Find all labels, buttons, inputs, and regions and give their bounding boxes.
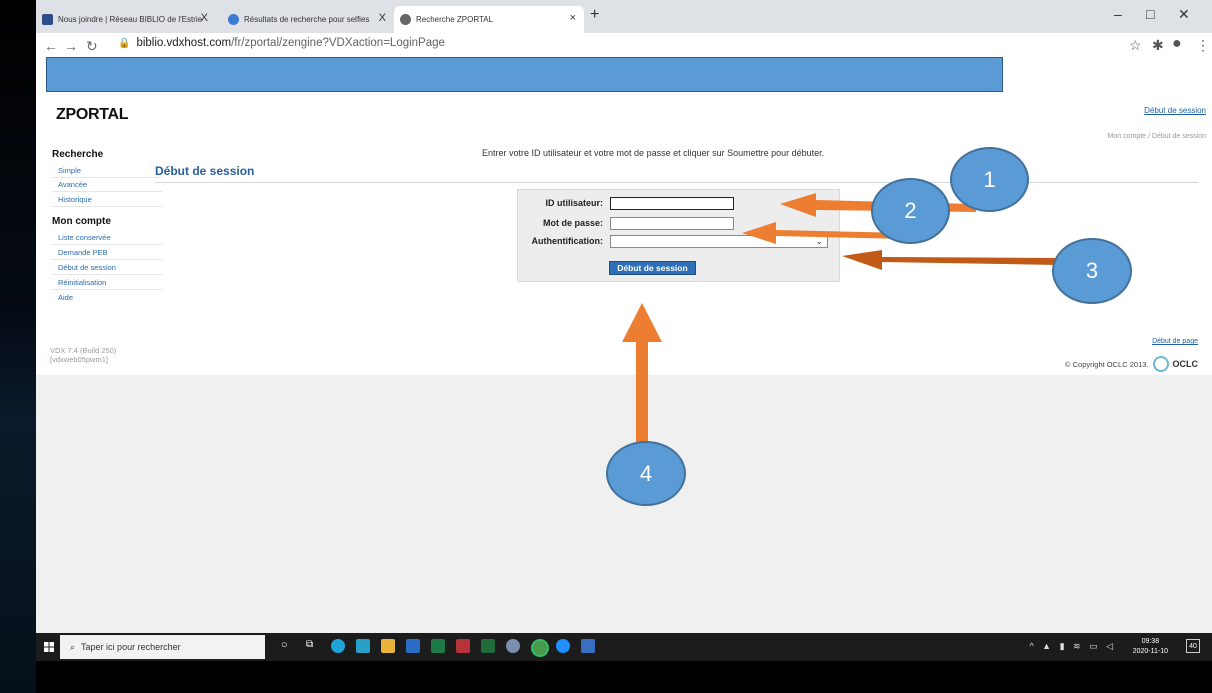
sidebar-item-aide[interactable]: Aide (58, 293, 73, 302)
access-icon[interactable] (456, 639, 470, 653)
maximize-icon[interactable]: □ (1146, 6, 1154, 22)
task-view-icon[interactable]: ⧉ (306, 639, 320, 653)
excel-icon[interactable] (431, 639, 445, 653)
sidebar-heading-mon-compte: Mon compte (52, 216, 111, 227)
close-window-icon[interactable]: ✕ (1178, 6, 1190, 23)
authentication-select[interactable]: ⌄ (610, 235, 828, 248)
close-tab-icon[interactable]: X (379, 12, 386, 24)
divider (52, 259, 162, 260)
back-icon[interactable]: ← (44, 38, 58, 54)
top-of-page-link[interactable]: Début de page (1152, 338, 1198, 345)
url-host: biblio.vdxhost.com (136, 37, 232, 49)
globe-icon (400, 14, 411, 25)
tab-title: Nous joindre | Réseau BIBLIO de l'Estrie (58, 15, 203, 24)
authentication-label: Authentification: (531, 236, 604, 246)
callout-badge-3: 3 (1052, 238, 1132, 304)
chevron-down-icon: ⌄ (815, 236, 823, 246)
file-explorer-icon[interactable] (381, 639, 395, 653)
site-favicon-icon (42, 14, 53, 25)
forward-icon[interactable]: → (64, 38, 78, 54)
redaction-bar (46, 57, 1003, 92)
menu-icon[interactable]: ⋮ (1196, 37, 1210, 54)
divider (52, 191, 162, 192)
close-tab-icon[interactable]: × (570, 12, 576, 24)
copyright: © Copyright OCLC 2013. OCLC (1065, 356, 1198, 372)
divider (155, 182, 1198, 183)
password-input[interactable] (610, 217, 734, 230)
profile-icon[interactable]: ● (1172, 35, 1182, 53)
taskbar-search-input[interactable]: ⌕ Taper ici pour rechercher (60, 635, 265, 659)
notifications-icon[interactable]: 40 (1186, 639, 1200, 653)
app-blue-icon[interactable] (556, 639, 570, 653)
extensions-icon[interactable]: ✱ (1152, 37, 1164, 54)
lock-icon: 🔒 (118, 38, 131, 49)
user-id-input[interactable] (610, 197, 734, 210)
project-icon[interactable] (481, 639, 495, 653)
callout-badge-4: 4 (606, 441, 686, 506)
clock-time: 09:38 (1141, 638, 1160, 645)
cortana-icon[interactable]: ○ (281, 639, 295, 653)
login-top-link[interactable]: Début de session (1144, 106, 1206, 115)
sidebar-item-avancee[interactable]: Avancée (58, 180, 87, 189)
windows-start-icon[interactable] (44, 642, 54, 652)
callout-badge-2: 2 (871, 178, 950, 244)
url-path: /fr/zportal/zengine?VDXaction=LoginPage (231, 37, 445, 49)
callout-badge-1: 1 (950, 147, 1029, 212)
chrome-icon[interactable] (531, 639, 549, 657)
version-line: VDX 7.4 (Build 250) (50, 346, 117, 355)
taskbar-clock[interactable]: 09:38 2020-11-10 (1133, 637, 1168, 657)
tab-nous-joindre[interactable]: Nous joindre | Réseau BIBLIO de l'Estrie… (36, 6, 216, 33)
user-id-label: ID utilisateur: (545, 198, 603, 208)
url-field[interactable]: 🔒 biblio.vdxhost.com/fr/zportal/zengine?V… (118, 37, 445, 49)
app-icon[interactable] (506, 639, 520, 653)
app-l-icon[interactable] (356, 639, 370, 653)
copyright-text: © Copyright OCLC 2013. (1065, 359, 1149, 369)
teams-icon[interactable] (581, 639, 595, 653)
screen: Nous joindre | Réseau BIBLIO de l'Estrie… (36, 0, 1212, 693)
bookmark-star-icon[interactable]: ☆ (1129, 37, 1142, 54)
minimize-icon[interactable]: – (1114, 6, 1122, 22)
outlook-icon[interactable] (406, 639, 420, 653)
version-info: VDX 7.4 (Build 250) [vdxweb05pwm1] (50, 346, 116, 364)
globe-icon (228, 14, 239, 25)
sidebar-item-debut-session[interactable]: Début de session (58, 263, 116, 272)
divider (52, 177, 162, 178)
tab-resultats[interactable]: Résultats de recherche pour selfies X (222, 6, 394, 33)
edge-icon[interactable] (331, 639, 345, 653)
tab-recherche-zportal[interactable]: Recherche ZPORTAL × (394, 6, 584, 33)
divider (52, 244, 162, 245)
sidebar-item-reinitialisation[interactable]: Réinitialisation (58, 278, 106, 287)
sidebar-heading-recherche: Recherche (52, 149, 104, 160)
sidebar-item-demande-peb[interactable]: Demande PEB (58, 248, 108, 257)
close-tab-icon[interactable]: X (201, 12, 208, 24)
sidebar-item-simple[interactable]: Simple (58, 166, 81, 175)
desktop-edge (0, 0, 36, 693)
browser-tab-strip: Nous joindre | Réseau BIBLIO de l'Estrie… (36, 0, 1212, 33)
login-button[interactable]: Début de session (609, 261, 696, 275)
new-tab-button[interactable]: + (590, 6, 599, 24)
divider (52, 289, 162, 290)
sidebar-item-liste-conservee[interactable]: Liste conservée (58, 233, 111, 242)
section-title: Début de session (155, 164, 255, 178)
page-background (36, 375, 1212, 633)
oclc-logo-icon (1152, 356, 1169, 372)
tab-title: Recherche ZPORTAL (416, 15, 494, 24)
reload-icon[interactable]: ↻ (86, 38, 98, 55)
tab-title: Résultats de recherche pour selfies (244, 15, 370, 24)
zportal-logo: ZPORTAL (56, 106, 129, 123)
oclc-wordmark: OCLC (1172, 359, 1199, 369)
server-line: [vdxweb05pwm1] (50, 355, 108, 364)
screen-bezel (36, 661, 1212, 693)
taskbar-search-placeholder: Taper ici pour rechercher (81, 642, 181, 652)
search-icon: ⌕ (70, 641, 76, 652)
clock-date: 2020-11-10 (1132, 648, 1168, 655)
breadcrumb: Mon compte / Début de session (1107, 133, 1206, 140)
password-label: Mot de passe: (542, 218, 603, 228)
sidebar-item-historique[interactable]: Historique (58, 195, 92, 204)
divider (52, 206, 162, 207)
instruction-text: Entrer votre ID utilisateur et votre mot… (482, 148, 825, 158)
divider (52, 274, 162, 275)
system-tray[interactable]: ^ ▲ ▮ ≋ ▭ ◁ (1029, 641, 1116, 652)
